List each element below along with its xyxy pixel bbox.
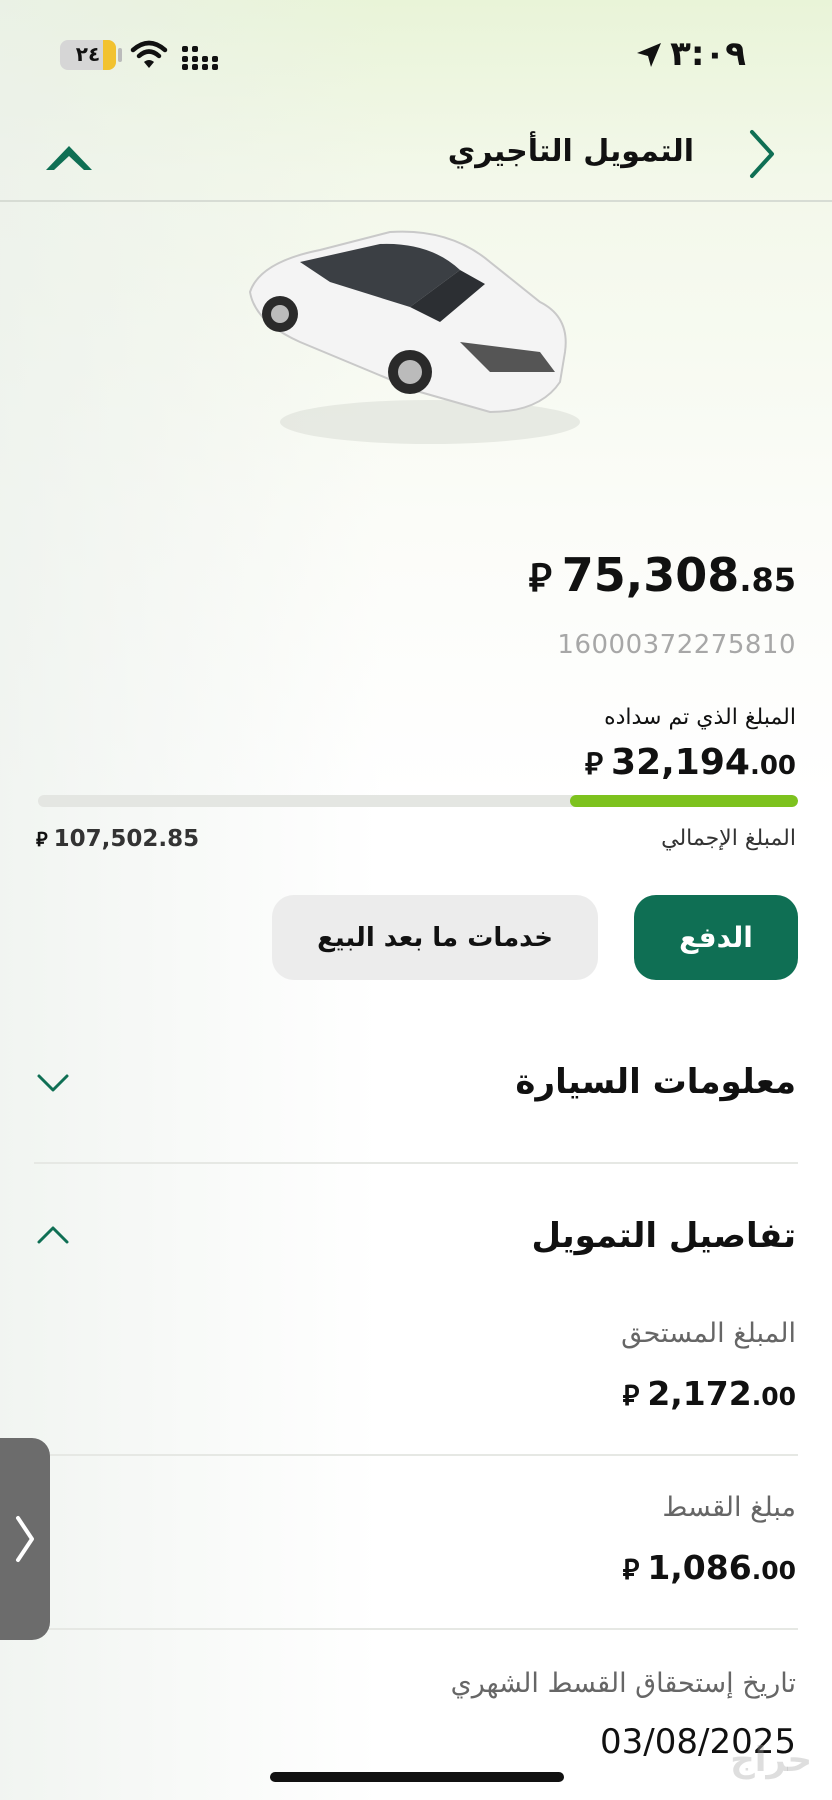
battery-tip xyxy=(118,48,122,62)
total-amount-value: 107,502.85 xyxy=(53,826,200,852)
location-arrow-icon xyxy=(637,43,661,67)
riyal-symbol: ⃁ xyxy=(584,747,604,782)
section-divider xyxy=(34,1162,798,1164)
payment-progress-bar xyxy=(38,795,798,807)
battery-icon: ٢٤ xyxy=(60,40,116,70)
due-amount-label: المبلغ المستحق xyxy=(621,1318,796,1349)
remaining-amount-integer: 75,308 xyxy=(561,548,740,602)
riyal-symbol: ⃁ xyxy=(528,556,552,601)
row-divider xyxy=(34,1454,798,1456)
top-navigation-bar: التمويل التأجيري xyxy=(0,110,832,202)
after-sales-services-button[interactable]: خدمات ما بعد البيع xyxy=(272,895,598,980)
car-info-section-title[interactable]: معلومات السيارة xyxy=(515,1062,796,1102)
contract-number: 16000372275810 xyxy=(557,630,796,660)
page-title: التمويل التأجيري xyxy=(447,134,694,169)
side-panel-handle[interactable] xyxy=(0,1438,50,1640)
watermark: حراج xyxy=(730,1740,812,1780)
battery-level: ٢٤ xyxy=(75,42,101,66)
riyal-symbol: ⃁ xyxy=(622,1379,640,1412)
cellular-signal-icon xyxy=(182,46,218,70)
installment-amount: ⃁ 1,086.00 xyxy=(623,1548,796,1587)
chevron-up-icon[interactable] xyxy=(36,1224,70,1246)
installment-amount-integer: 1,086 xyxy=(647,1548,752,1587)
due-amount-integer: 2,172 xyxy=(647,1374,752,1413)
financing-details-section-title[interactable]: تفاصيل التمويل xyxy=(532,1216,796,1256)
installment-amount-label: مبلغ القسط xyxy=(662,1492,796,1523)
home-logo-icon[interactable] xyxy=(42,132,96,176)
chevron-right-icon xyxy=(16,1516,34,1562)
pay-button[interactable]: الدفع xyxy=(634,895,798,980)
back-chevron-icon[interactable] xyxy=(742,126,782,182)
payment-progress-fill xyxy=(570,795,798,807)
riyal-symbol: ⃁ xyxy=(36,828,48,851)
monthly-due-date-label: تاريخ إستحقاق القسط الشهري xyxy=(450,1668,796,1699)
installment-amount-decimal: .00 xyxy=(751,1556,796,1585)
status-time: ٣:٠٩ xyxy=(670,34,746,74)
paid-amount-label: المبلغ الذي تم سداده xyxy=(604,705,796,730)
paid-amount-integer: 32,194 xyxy=(611,742,750,783)
riyal-symbol: ⃁ xyxy=(622,1553,640,1586)
paid-amount-decimal: .00 xyxy=(749,751,796,781)
total-amount-label: المبلغ الإجمالي xyxy=(661,826,796,851)
remaining-amount: ⃁ 75,308.85 xyxy=(529,548,796,602)
status-bar: ٣:٠٩ ٢٤ xyxy=(0,0,832,110)
car-image xyxy=(248,230,580,444)
due-amount: ⃁ 2,172.00 xyxy=(623,1374,796,1413)
due-amount-decimal: .00 xyxy=(751,1382,796,1411)
home-indicator[interactable] xyxy=(270,1772,564,1782)
remaining-amount-decimal: .85 xyxy=(739,561,796,599)
chevron-down-icon[interactable] xyxy=(36,1072,70,1094)
total-amount: ⃁ 107,502.85 xyxy=(36,826,199,852)
wifi-icon xyxy=(130,40,168,68)
row-divider xyxy=(34,1628,798,1630)
paid-amount: ⃁ 32,194.00 xyxy=(585,742,796,783)
